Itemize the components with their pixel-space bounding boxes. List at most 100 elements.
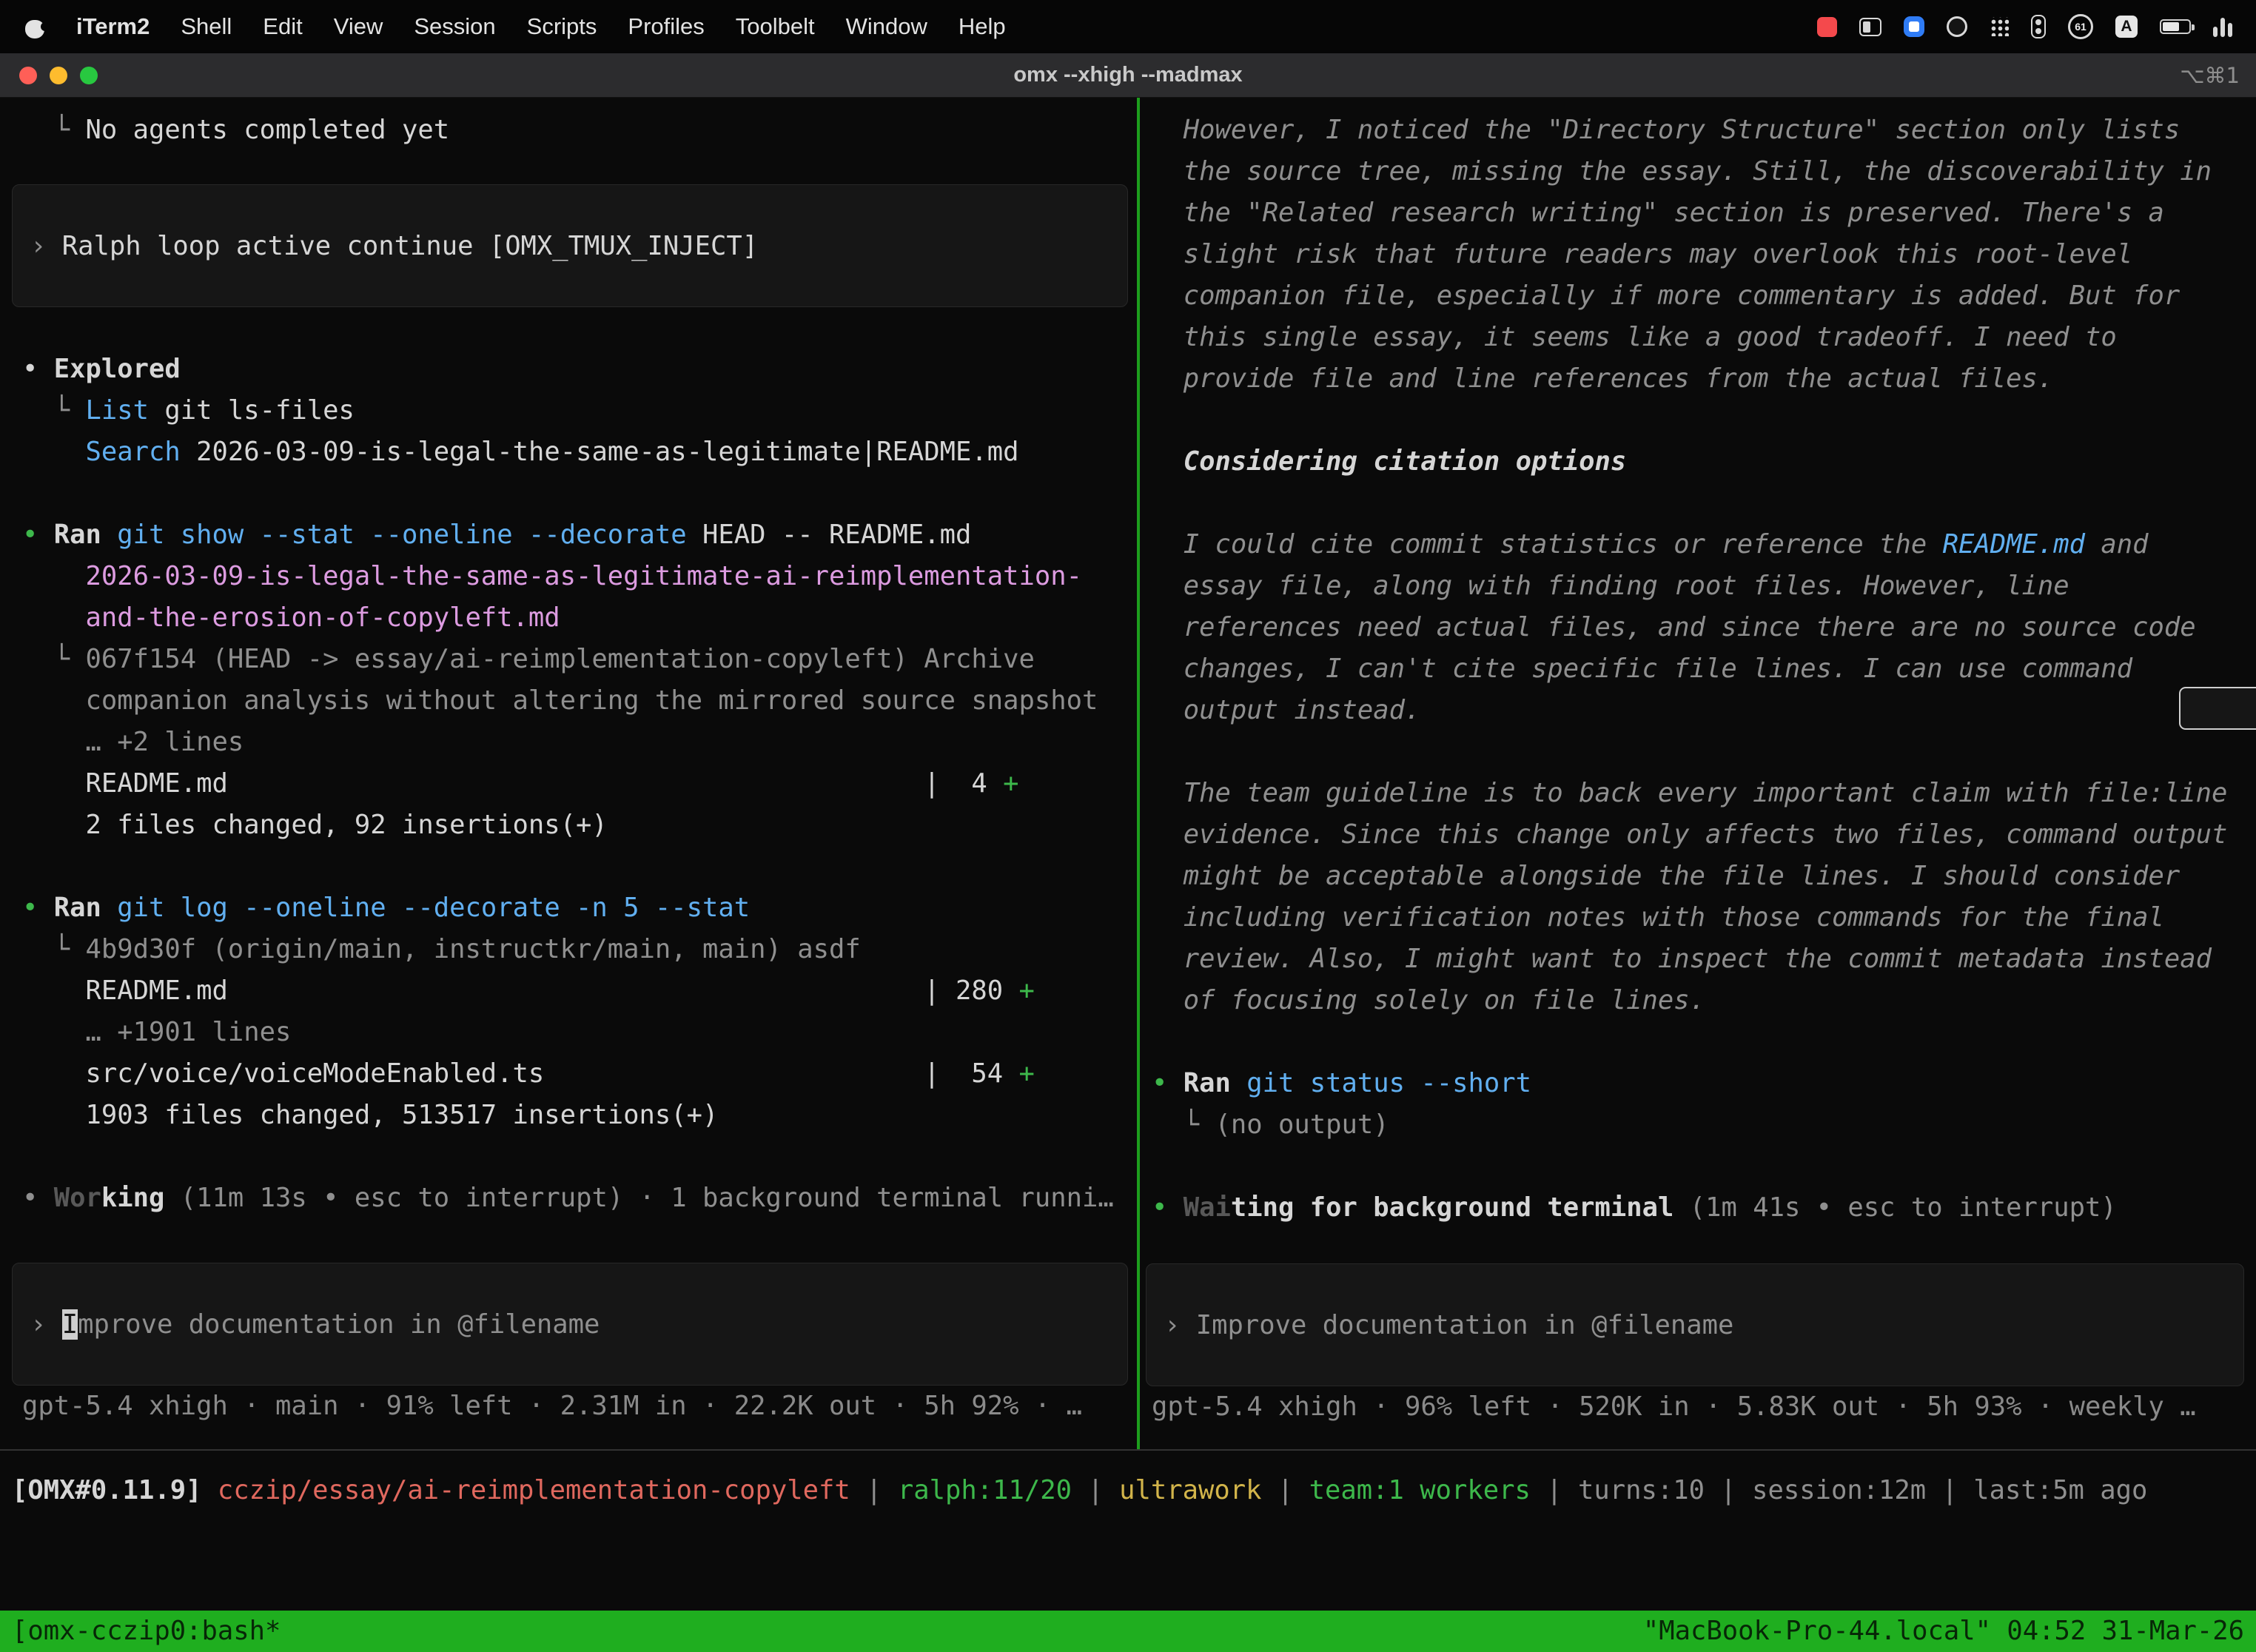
text-segment: of focusing solely on file lines. xyxy=(1152,985,1705,1015)
text-segment: • xyxy=(22,893,54,923)
camera-aperture-icon[interactable] xyxy=(1947,16,1967,37)
text-segment: essay file, along with finding root file… xyxy=(1152,571,2069,601)
text-segment xyxy=(1152,446,1184,477)
dots-grid-icon[interactable] xyxy=(1990,17,2009,36)
terminal-line: review. Also, I might want to inspect th… xyxy=(1152,939,2256,980)
text-segment: companion analysis without altering the … xyxy=(22,685,1098,716)
terminal-line: • Explored xyxy=(22,349,1137,390)
text-segment: • xyxy=(22,1183,54,1213)
text-segment: king xyxy=(101,1183,165,1213)
titlebar[interactable]: omx --xhigh --madmax ⌥⌘1 xyxy=(0,53,2256,98)
terminal-line: README.md | 280 + xyxy=(22,970,1137,1012)
apple-menu-icon[interactable] xyxy=(24,13,46,40)
terminal-line: provide file and line references from th… xyxy=(1152,358,2256,400)
terminal-line: └ (no output) xyxy=(1152,1104,2256,1146)
tmux-session-label: [omx-cczip0:bash* xyxy=(12,1611,281,1652)
text-segment: companion file, especially if more comme… xyxy=(1152,281,2180,311)
text-segment: … +1901 lines xyxy=(22,1017,291,1047)
battery-gauge-icon[interactable]: 61 xyxy=(2068,14,2093,39)
menu-shell[interactable]: Shell xyxy=(165,13,247,40)
terminal-line: references need actual files, and since … xyxy=(1152,607,2256,648)
text-segment: Ran xyxy=(54,893,118,923)
menubar: iTerm2ShellEditViewSessionScriptsProfile… xyxy=(0,0,2256,53)
text-segment: review. Also, I might want to inspect th… xyxy=(1152,944,2212,974)
omx-status-bar: [OMX#0.11.9] cczip/essay/ai-reimplementa… xyxy=(12,1470,2256,1511)
terminal-line: I could cite commit statistics or refere… xyxy=(1152,524,2256,565)
text-segment: • xyxy=(22,354,54,384)
fan-icon[interactable] xyxy=(2213,16,2232,37)
menu-scripts[interactable]: Scripts xyxy=(511,13,613,40)
composer-input[interactable]: › Improve documentation in @filename xyxy=(1146,1263,2244,1386)
menubar-status-icons: 61 A xyxy=(1817,14,2238,39)
composer-input[interactable]: › Improve documentation in @filename xyxy=(12,1263,1128,1386)
text-segment: └ 4b9d30f (origin/main, instructkr/main,… xyxy=(22,934,861,964)
blank-line xyxy=(1152,400,2256,441)
text-segment: No agents completed yet xyxy=(86,115,450,145)
text-segment: and-the-erosion-of-copyleft.md xyxy=(22,602,560,633)
battery-icon[interactable] xyxy=(2160,19,2191,34)
pane-right[interactable]: However, I noticed the "Directory Struct… xyxy=(1140,98,2256,1449)
text-segment: └ (no output) xyxy=(1152,1109,1389,1140)
terminal: └ No agents completed yet › Ralph loop ac… xyxy=(0,98,2256,1652)
text-segment: README.md xyxy=(1943,529,2085,560)
text-segment: 1903 files changed, 513517 insertions(+) xyxy=(22,1100,718,1130)
menu-view[interactable]: View xyxy=(318,13,399,40)
omx-bar-segment: ultrawork xyxy=(1119,1475,1261,1505)
menu-help[interactable]: Help xyxy=(943,13,1021,40)
terminal-line: └ No agents completed yet xyxy=(22,110,1137,151)
input-source-icon[interactable]: A xyxy=(2115,16,2138,38)
blank-line xyxy=(1152,731,2256,773)
terminal-line: might be acceptable alongside the file l… xyxy=(1152,856,2256,897)
menu-window[interactable]: Window xyxy=(830,13,943,40)
composer-placeholder-text: Improve documentation in @filename xyxy=(1196,1310,1734,1340)
text-segment: (1m 41s • esc to interrupt) xyxy=(1673,1192,2116,1223)
text-segment: README.md | 4 xyxy=(22,768,1003,799)
pane-left[interactable]: └ No agents completed yet › Ralph loop ac… xyxy=(0,98,1137,1449)
text-segment: However, I noticed the "Directory Struct… xyxy=(1152,115,2180,145)
prompt-chevron: › xyxy=(30,1309,62,1340)
terminal-line: evidence. Since this change only affects… xyxy=(1152,814,2256,856)
close-button[interactable] xyxy=(19,67,37,84)
menu-profiles[interactable]: Profiles xyxy=(612,13,719,40)
terminal-line: └ 067f154 (HEAD -> essay/ai-reimplementa… xyxy=(22,639,1137,680)
text-segment: + xyxy=(1019,976,1035,1006)
terminal-line: of focusing solely on file lines. xyxy=(1152,980,2256,1021)
text-segment: 2026-03-09-is-legal-the-same-as-legitima… xyxy=(181,437,1019,467)
ralph-loop-banner: › Ralph loop active continue [OMX_TMUX_I… xyxy=(12,184,1128,307)
menu-session[interactable]: Session xyxy=(398,13,511,40)
omx-bar-segment: | xyxy=(1262,1475,1309,1505)
window-manager-icon[interactable] xyxy=(1859,18,1881,36)
text-segment: HEAD -- README.md xyxy=(702,520,971,550)
text-segment: + xyxy=(1019,1058,1035,1089)
model-status-line: gpt-5.4 xhigh · 96% left · 520K in · 5.8… xyxy=(1152,1386,2256,1428)
text-segment: changes, I can't cite specific file line… xyxy=(1152,654,2132,684)
text-segment: + xyxy=(1003,768,1018,799)
text-segment: README.md | 280 xyxy=(22,976,1019,1006)
menu-toolbelt[interactable]: Toolbelt xyxy=(720,13,830,40)
terminal-line: 2 files changed, 92 insertions(+) xyxy=(22,805,1137,846)
stats-pill-icon[interactable] xyxy=(2031,15,2046,38)
traffic-lights xyxy=(0,67,98,84)
terminal-line: • Waiting for background terminal (1m 41… xyxy=(1152,1187,2256,1229)
menu-iterm2[interactable]: iTerm2 xyxy=(61,13,165,40)
menu-edit[interactable]: Edit xyxy=(247,13,318,40)
terminal-line: output instead. xyxy=(1152,690,2256,731)
terminal-line: companion analysis without altering the … xyxy=(22,680,1137,722)
text-segment: Search xyxy=(86,437,181,467)
zoom-button[interactable] xyxy=(80,67,98,84)
ralph-loop-banner-text: Ralph loop active continue [OMX_TMUX_INJ… xyxy=(62,231,758,261)
terminal-line: essay file, along with finding root file… xyxy=(1152,565,2256,607)
window-shortcut-badge: ⌥⌘1 xyxy=(2180,63,2256,88)
recording-indicator-icon[interactable] xyxy=(1817,17,1837,37)
terminal-line: 1903 files changed, 513517 insertions(+) xyxy=(22,1095,1137,1136)
input-source-letter: A xyxy=(2121,18,2132,36)
omx-bar-segment: team:1 workers xyxy=(1309,1475,1531,1505)
text-segment: Considering citation options xyxy=(1184,446,1626,477)
tmux-host-time-label: "MacBook-Pro-44.local" 04:52 31-Mar-26 xyxy=(1643,1611,2244,1652)
blank-line xyxy=(22,307,1137,349)
launcher-app-icon[interactable] xyxy=(1904,16,1924,37)
minimize-button[interactable] xyxy=(50,67,67,84)
text-segment: output instead. xyxy=(1152,695,1420,725)
terminal-line: 2026-03-09-is-legal-the-same-as-legitima… xyxy=(22,556,1137,597)
horizontal-divider xyxy=(0,1449,2256,1451)
